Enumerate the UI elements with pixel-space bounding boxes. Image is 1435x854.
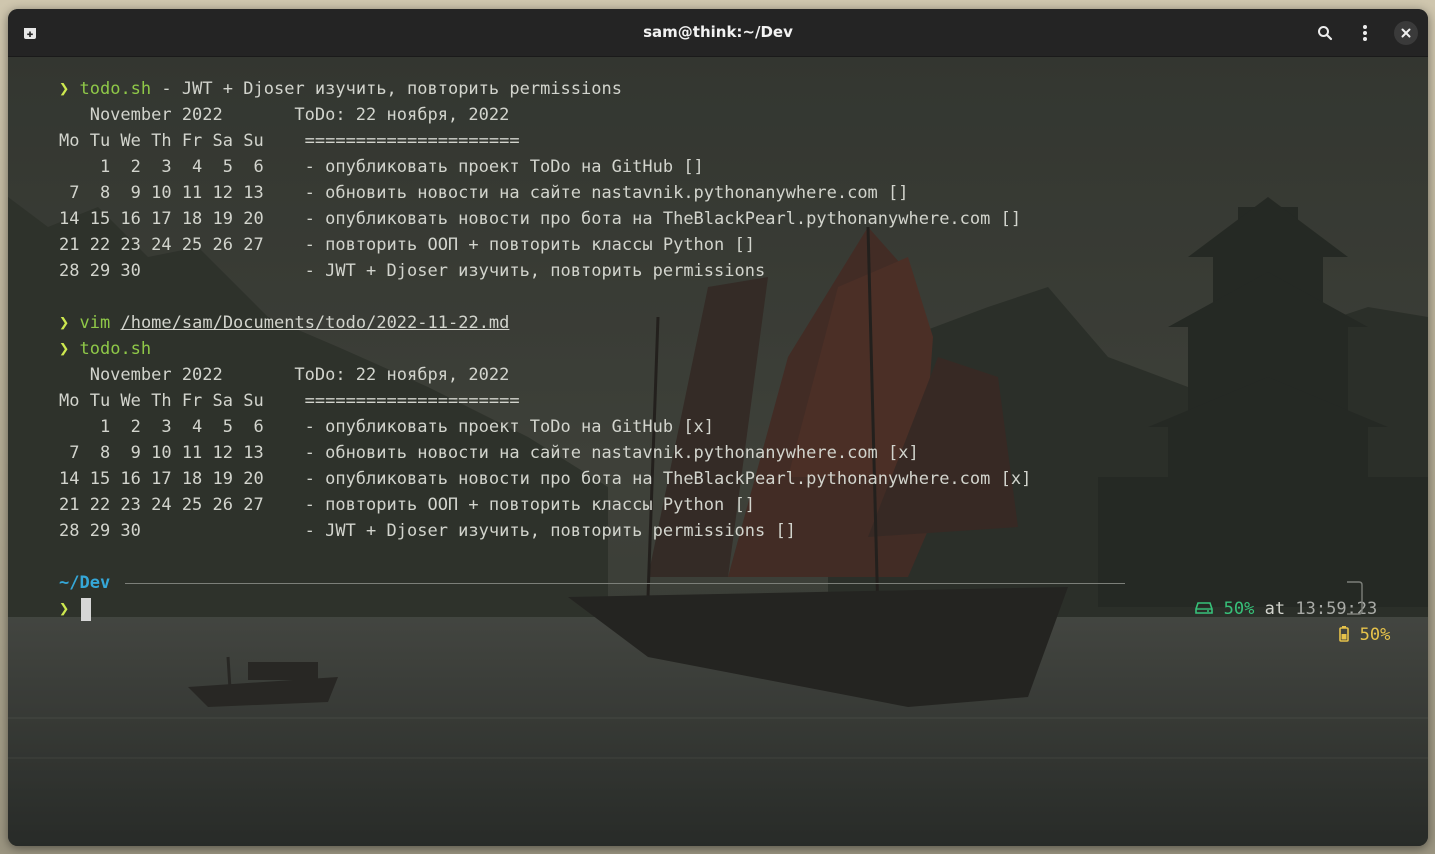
output-line: 21 22 23 24 25 26 27 - повторить ООП + п… [59, 235, 755, 255]
file-path-link[interactable]: /home/sam/Documents/todo/2022-11-22.md [120, 313, 509, 333]
terminal-window: sam@think:~/Dev ❯ todo.sh - JWT + Djoser… [8, 9, 1428, 846]
close-icon [1401, 28, 1411, 37]
output-line: Mo Tu We Th Fr Sa Su ===================… [59, 391, 520, 411]
input-prompt-line[interactable]: ❯ [59, 596, 92, 622]
command-name: vim [79, 313, 111, 333]
cwd-dir: Dev [79, 573, 111, 593]
menu-button[interactable] [1345, 9, 1385, 56]
header-bar: sam@think:~/Dev [8, 9, 1428, 57]
output-line: 7 8 9 10 11 12 13 - обновить новости на … [59, 443, 919, 463]
command-name: todo.sh [79, 339, 152, 359]
close-button-bg [1394, 20, 1418, 45]
cwd-indicator: ~/Dev [59, 570, 110, 596]
battery-percent: 50% [1359, 625, 1391, 645]
menu-kebab-icon [1363, 24, 1367, 41]
output-line: 1 2 3 4 5 6 - опубликовать проект ToDo н… [59, 157, 704, 177]
output-line: 21 22 23 24 25 26 27 - повторить ООП + п… [59, 495, 755, 515]
hard-drive-icon [1195, 602, 1214, 614]
output-line: 1 2 3 4 5 6 - опубликовать проект ToDo н… [59, 417, 715, 437]
output-line: 14 15 16 17 18 19 20 - опубликовать ново… [59, 469, 1032, 489]
battery-icon [1339, 626, 1350, 642]
command-name: todo.sh [79, 79, 152, 99]
close-button[interactable] [1386, 9, 1426, 56]
command-line-3: ❯ todo.sh [59, 336, 151, 362]
output-line: 28 29 30 - JWT + Djoser изучить, повтори… [59, 261, 766, 281]
battery-status: 50% [1278, 596, 1390, 645]
window-title: sam@think:~/Dev [643, 23, 793, 41]
cwd-home: ~/ [59, 573, 80, 593]
command-line-2: ❯ vim /home/sam/Documents/todo/2022-11-2… [59, 310, 509, 336]
output-line: 28 29 30 - JWT + Djoser изучить, повтори… [59, 521, 796, 541]
search-button[interactable] [1305, 9, 1345, 56]
search-icon [1318, 25, 1333, 40]
disk-usage: 50% [1223, 599, 1255, 619]
prompt-symbol: ❯ [59, 79, 70, 99]
command-args: - JWT + Djoser изучить, повторить permis… [151, 79, 622, 99]
output-line: November 2022 ToDo: 22 ноября, 2022 [59, 105, 510, 125]
output-line: Mo Tu We Th Fr Sa Su ===================… [59, 131, 520, 151]
terminal-area[interactable]: ❯ todo.sh - JWT + Djoser изучить, повтор… [8, 57, 1428, 846]
prompt-symbol: ❯ [59, 313, 70, 333]
output-line: November 2022 ToDo: 22 ноября, 2022 [59, 365, 510, 385]
prompt-symbol: ❯ [59, 599, 70, 619]
command-line-1: ❯ todo.sh - JWT + Djoser изучить, повтор… [59, 76, 622, 102]
output-line: 14 15 16 17 18 19 20 - опубликовать ново… [59, 209, 1022, 229]
prompt-symbol: ❯ [59, 339, 70, 359]
prompt-separator-line [125, 583, 1125, 584]
output-line: 7 8 9 10 11 12 13 - обновить новости на … [59, 183, 909, 203]
text-cursor [81, 597, 92, 621]
right-prompt: 50% at 13:59:23 [1134, 570, 1377, 619]
